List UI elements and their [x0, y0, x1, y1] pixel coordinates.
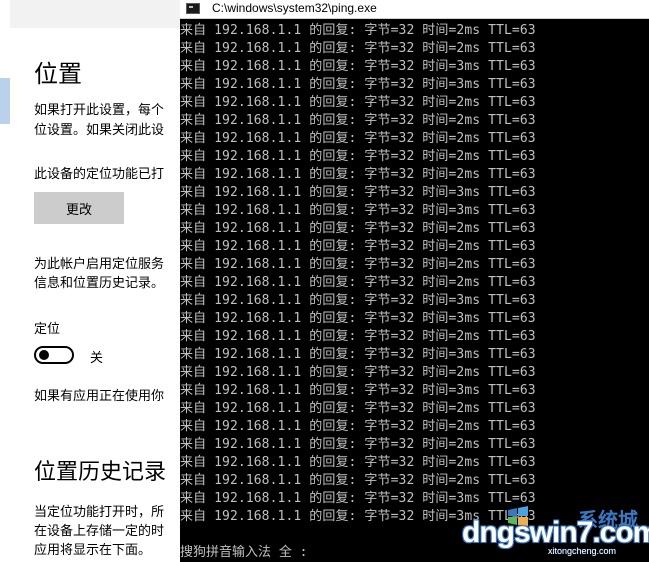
console-line: 来自 192.168.1.1 的回复: 字节=32 时间=2ms TTL=63: [180, 239, 536, 254]
console-line: 来自 192.168.1.1 的回复: 字节=32 时间=3ms TTL=63: [180, 311, 536, 326]
account-location-text-line2: 信息和位置历史记录。: [34, 276, 165, 291]
history-description-line1: 当定位功能打开时，所: [34, 505, 165, 520]
console-line: 来自 192.168.1.1 的回复: 字节=32 时间=3ms TTL=63: [180, 77, 536, 92]
watermark-sub-text: xitongcheng.com: [548, 546, 617, 556]
history-description-line3: 应用将显示在下面。: [34, 543, 152, 558]
console-line: 来自 192.168.1.1 的回复: 字节=32 时间=3ms TTL=63: [180, 383, 536, 398]
console-line: 来自 192.168.1.1 的回复: 字节=32 时间=2ms TTL=63: [180, 167, 536, 182]
cmd-icon: [186, 3, 200, 14]
site-watermark: 系统城 dngswin7.com xitongcheng.com: [462, 502, 649, 562]
console-line: 来自 192.168.1.1 的回复: 字节=32 时间=2ms TTL=63: [180, 257, 536, 272]
console-line: 来自 192.168.1.1 的回复: 字节=32 时间=2ms TTL=63: [180, 365, 536, 380]
console-line: 来自 192.168.1.1 的回复: 字节=32 时间=2ms TTL=63: [180, 437, 536, 452]
console-line: 来自 192.168.1.1 的回复: 字节=32 时间=3ms TTL=63: [180, 59, 536, 74]
location-description-line1: 如果打开此设置，每个: [34, 103, 165, 118]
selected-nav-indicator: [0, 78, 10, 124]
change-button[interactable]: 更改: [34, 192, 124, 224]
console-line: 来自 192.168.1.1 的回复: 字节=32 时间=2ms TTL=63: [180, 113, 536, 128]
console-title-bar[interactable]: C:\windows\system32\ping.exe: [180, 0, 649, 19]
console-window-title: C:\windows\system32\ping.exe: [212, 1, 377, 15]
console-line: 来自 192.168.1.1 的回复: 字节=32 时间=3ms TTL=63: [180, 203, 536, 218]
console-line: 来自 192.168.1.1 的回复: 字节=32 时间=2ms TTL=63: [180, 419, 536, 434]
console-line: 来自 192.168.1.1 的回复: 字节=32 时间=3ms TTL=63: [180, 293, 536, 308]
console-line: 来自 192.168.1.1 的回复: 字节=32 时间=3ms TTL=63: [180, 185, 536, 200]
toggle-knob: [39, 350, 49, 360]
page-title: 位置: [34, 60, 82, 88]
location-toggle[interactable]: [34, 346, 74, 364]
console-line: 来自 192.168.1.1 的回复: 字节=32 时间=2ms TTL=63: [180, 473, 536, 488]
history-description-line2: 在设备上存储一定的时: [34, 524, 165, 539]
console-line: 来自 192.168.1.1 的回复: 字节=32 时间=2ms TTL=63: [180, 95, 536, 110]
device-location-status: 此设备的定位功能已打: [34, 167, 165, 182]
console-line: 来自 192.168.1.1 的回复: 字节=32 时间=2ms TTL=63: [180, 149, 536, 164]
location-history-title: 位置历史记录: [34, 460, 167, 485]
console-output: 来自 192.168.1.1 的回复: 字节=32 时间=2ms TTL=63 来…: [180, 22, 649, 526]
console-line: 来自 192.168.1.1 的回复: 字节=32 时间=2ms TTL=63: [180, 221, 536, 236]
ping-console-window[interactable]: C:\windows\system32\ping.exe 来自 192.168.…: [180, 0, 649, 562]
watermark-main-text: dngswin7.com: [462, 516, 649, 549]
console-line: 来自 192.168.1.1 的回复: 字节=32 时间=2ms TTL=63: [180, 455, 536, 470]
console-line: 来自 192.168.1.1 的回复: 字节=32 时间=2ms TTL=63: [180, 401, 536, 416]
console-line: 来自 192.168.1.1 的回复: 字节=32 时间=2ms TTL=63: [180, 131, 536, 146]
ime-status-text: 搜狗拼音输入法 全 :: [180, 545, 308, 560]
toggle-state-label: 关: [90, 351, 104, 366]
location-description-line2: 位设置。如果关闭此设: [34, 123, 165, 138]
account-location-text-line1: 为此帐户启用定位服务: [34, 257, 165, 272]
console-line: 来自 192.168.1.1 的回复: 字节=32 时间=2ms TTL=63: [180, 41, 536, 56]
console-line: 来自 192.168.1.1 的回复: 字节=32 时间=3ms TTL=63: [180, 347, 536, 362]
apps-using-location-text: 如果有应用正在使用你: [34, 389, 165, 404]
console-line: 来自 192.168.1.1 的回复: 字节=32 时间=2ms TTL=63: [180, 23, 536, 38]
console-line: 来自 192.168.1.1 的回复: 字节=32 时间=2ms TTL=63: [180, 275, 536, 290]
console-line: 来自 192.168.1.1 的回复: 字节=32 时间=2ms TTL=63: [180, 329, 536, 344]
location-toggle-label: 定位: [34, 322, 61, 337]
